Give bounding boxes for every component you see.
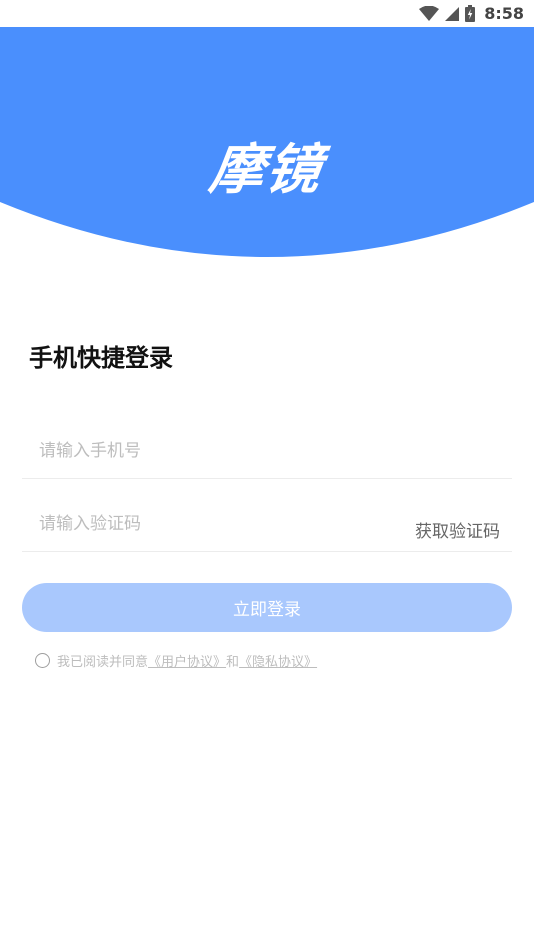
battery-icon bbox=[465, 5, 476, 22]
phone-field bbox=[22, 423, 512, 479]
code-field: 获取验证码 bbox=[22, 496, 512, 552]
agreement-prefix: 我已阅读并同意 bbox=[57, 654, 149, 670]
privacy-policy-link[interactable]: 《隐私协议》 bbox=[239, 651, 317, 670]
get-code-button[interactable]: 获取验证码 bbox=[415, 517, 512, 542]
login-screen: 8:58 摩镜 手机快捷登录 获取验证码 立即登录 我已阅读并同意 《用户协议》… bbox=[0, 0, 534, 950]
phone-input[interactable] bbox=[22, 430, 362, 471]
agreement-conjunction: 和 bbox=[226, 654, 240, 670]
login-button[interactable]: 立即登录 bbox=[22, 583, 512, 632]
agreement-row: 我已阅读并同意 《用户协议》 和 《隐私协议》 bbox=[35, 650, 317, 670]
wifi-icon bbox=[419, 5, 440, 21]
header-banner: 摩镜 bbox=[0, 27, 534, 262]
status-time: 8:58 bbox=[484, 4, 524, 23]
cell-signal-icon bbox=[445, 6, 460, 21]
page-title: 手机快捷登录 bbox=[29, 344, 173, 372]
status-bar: 8:58 bbox=[0, 0, 534, 27]
agreement-radio[interactable] bbox=[35, 652, 50, 668]
user-agreement-link[interactable]: 《用户协议》 bbox=[148, 651, 226, 670]
verification-code-input[interactable] bbox=[22, 503, 362, 544]
app-logo: 摩镜 bbox=[205, 138, 327, 201]
